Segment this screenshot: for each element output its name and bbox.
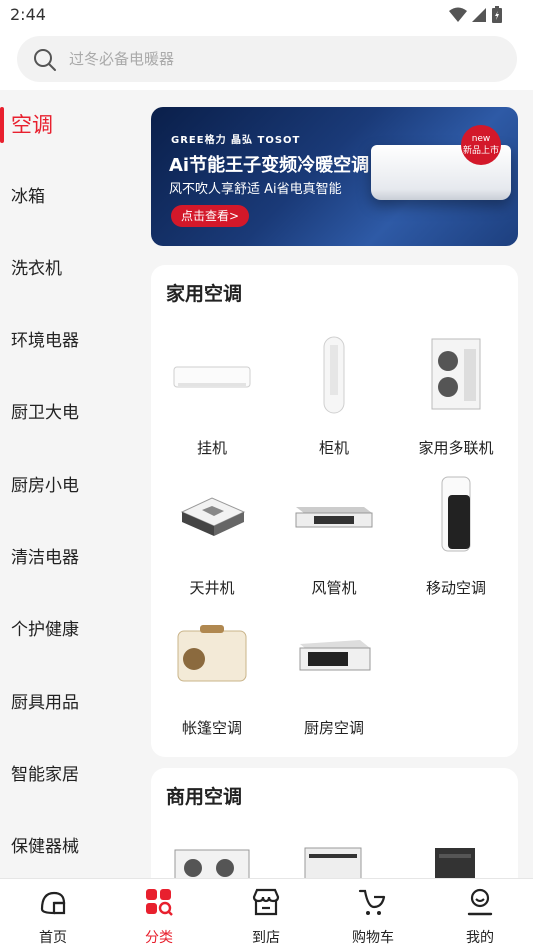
search-bar-area [0, 30, 533, 90]
tab-category[interactable]: 分类 [106, 879, 212, 948]
badge-top-text: new [471, 134, 491, 144]
category-sidebar: 空调 冰箱 洗衣机 环境电器 厨卫大电 厨房小电 清洁电器 个护健康 厨具用品 … [0, 90, 140, 878]
battery-icon [492, 6, 502, 23]
product-item-wall-ac[interactable]: 挂机 [151, 335, 273, 475]
sidebar-item-cleaning[interactable]: 清洁电器 [0, 538, 140, 578]
search-box[interactable] [17, 36, 517, 82]
banner-subline: 风不吹人享舒适 Ai省电真智能 [169, 182, 342, 197]
product-label: 家用多联机 [418, 439, 494, 457]
vrf-unit-icon [304, 847, 362, 878]
tab-label: 我的 [466, 930, 494, 946]
tab-store[interactable]: 到店 [213, 879, 319, 948]
sidebar-item-label: 洗衣机 [11, 259, 62, 279]
product-label: 厨房空调 [303, 719, 364, 737]
sidebar-item-health-devices[interactable]: 保健器械 [0, 827, 140, 867]
product-item-floor-ac[interactable]: 柜机 [273, 335, 395, 475]
badge-bottom-text: 新品上市 [462, 146, 499, 156]
search-input[interactable] [69, 36, 489, 82]
status-time: 2:44 [10, 5, 46, 24]
product-label: 移动空调 [425, 579, 486, 597]
sidebar-item-refrigerator[interactable]: 冰箱 [0, 177, 140, 217]
banner-headline: Ai节能王子变频冷暖空调 [169, 155, 370, 176]
bottom-tab-bar: 首页 分类 到店 购物车 我的 [0, 878, 533, 948]
wall-ac-icon [172, 335, 252, 415]
active-indicator [0, 107, 4, 143]
banner-cta-button[interactable]: 点击查看> [171, 205, 250, 227]
sidebar-item-washing-machine[interactable]: 洗衣机 [0, 249, 140, 289]
product-label: 风管机 [311, 579, 357, 597]
ceiling-cassette-icon [172, 475, 252, 555]
sidebar-item-label: 个护健康 [11, 620, 79, 640]
section-card-home-ac: 家用空调 挂机 柜机 家用多联机 天井机 风管机 移动空调 帐篷空调 厨房空调 [151, 265, 518, 757]
kitchen-ac-icon [294, 615, 374, 695]
promo-banner[interactable]: GREE格力 晶弘 TOSOT Ai节能王子变频冷暖空调 风不吹人享舒适 Ai省… [151, 107, 518, 246]
product-item-kitchen-ac[interactable]: 厨房空调 [273, 615, 395, 755]
portable-ac-icon [416, 475, 496, 555]
sidebar-item-personal-care[interactable]: 个护健康 [0, 610, 140, 650]
brand-logos: GREE格力 晶弘 TOSOT [171, 135, 301, 146]
tab-label: 分类 [145, 930, 173, 946]
status-bar: 2:44 [0, 0, 533, 30]
new-product-badge: new 新品上市 [461, 125, 501, 165]
home-icon [40, 891, 66, 915]
cabinet-unit-icon [435, 848, 475, 878]
tab-profile[interactable]: 我的 [427, 879, 533, 948]
wifi-icon [449, 7, 467, 22]
tab-label: 到店 [252, 930, 280, 946]
profile-icon [467, 888, 493, 916]
section-card-commercial-ac: 商用空调 [151, 768, 518, 878]
tab-home[interactable]: 首页 [0, 879, 106, 948]
product-label: 天井机 [189, 579, 235, 597]
sidebar-item-air-conditioner[interactable]: 空调 [0, 105, 140, 145]
tab-label: 购物车 [352, 930, 394, 946]
sidebar-item-kitchen-small[interactable]: 厨房小电 [0, 466, 140, 506]
product-label: 柜机 [318, 439, 349, 457]
sidebar-item-label: 环境电器 [11, 331, 79, 351]
sidebar-item-label: 空调 [11, 113, 53, 137]
sidebar-item-label: 厨房小电 [11, 476, 79, 496]
store-icon [252, 888, 280, 916]
category-icon [146, 889, 173, 916]
cart-icon [358, 889, 386, 915]
tab-cart[interactable]: 购物车 [320, 879, 426, 948]
product-label: 帐篷空调 [181, 719, 242, 737]
tab-label: 首页 [39, 930, 67, 946]
sidebar-item-smart-home[interactable]: 智能家居 [0, 755, 140, 795]
product-label: 挂机 [196, 439, 227, 457]
product-item-ceiling-cassette[interactable]: 天井机 [151, 475, 273, 615]
sidebar-item-label: 冰箱 [11, 187, 45, 207]
floor-ac-icon [294, 335, 374, 415]
sidebar-item-environment[interactable]: 环境电器 [0, 321, 140, 361]
product-item-tent-ac[interactable]: 帐篷空调 [151, 615, 273, 755]
status-icons [449, 6, 503, 24]
outdoor-unit-icon [416, 335, 496, 415]
product-item-portable-ac[interactable]: 移动空调 [395, 475, 517, 615]
sidebar-item-label: 保健器械 [11, 837, 79, 857]
sidebar-item-label: 厨具用品 [11, 693, 79, 713]
sidebar-item-label: 厨卫大电 [11, 403, 79, 423]
section-title: 商用空调 [166, 786, 243, 808]
commercial-outdoor-unit-icon [174, 849, 250, 878]
product-item-multi-split[interactable]: 家用多联机 [395, 335, 517, 475]
sidebar-item-label: 清洁电器 [11, 548, 79, 568]
category-content: GREE格力 晶弘 TOSOT Ai节能王子变频冷暖空调 风不吹人享舒适 Ai省… [140, 90, 533, 878]
sidebar-item-kitchen-bath-large[interactable]: 厨卫大电 [0, 393, 140, 433]
signal-icon [472, 8, 486, 22]
section-title: 家用空调 [166, 283, 243, 305]
sidebar-item-cookware[interactable]: 厨具用品 [0, 683, 140, 723]
tent-ac-icon [172, 615, 252, 695]
duct-unit-icon [294, 475, 374, 555]
product-item-duct-unit[interactable]: 风管机 [273, 475, 395, 615]
search-icon [34, 49, 56, 71]
sidebar-item-label: 智能家居 [11, 765, 79, 785]
